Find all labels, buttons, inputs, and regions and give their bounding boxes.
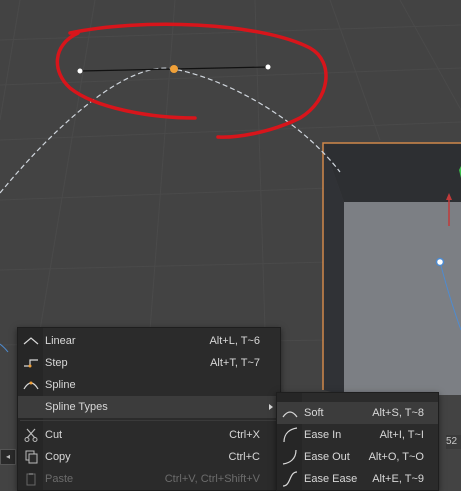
menu-item-label: Spline Types — [45, 396, 108, 418]
menu-item-label: Ease In — [304, 424, 341, 446]
ease-in-icon — [281, 426, 299, 444]
menu-item-soft[interactable]: Soft Alt+S, T~8 — [277, 402, 438, 424]
menu-item-copy[interactable]: Copy Ctrl+C — [18, 446, 280, 468]
copy-icon — [22, 448, 40, 466]
menu-item-cut[interactable]: Cut Ctrl+X — [18, 424, 280, 446]
ease-out-icon — [281, 448, 299, 466]
menu-item-linear[interactable]: Linear Alt+L, T~6 — [18, 330, 280, 352]
tangent-handle-right[interactable] — [266, 65, 271, 70]
menu-separator — [20, 420, 278, 421]
bottom-left-tab[interactable]: ◂ — [0, 449, 16, 465]
menu-item-step[interactable]: Step Alt+T, T~7 — [18, 352, 280, 374]
menu-item-label: Copy — [45, 446, 71, 468]
menu-item-shortcut: Alt+S, T~8 — [372, 402, 424, 424]
menu-item-label: Step — [45, 352, 68, 374]
side-number: 52 — [446, 435, 461, 449]
menu-item-shortcut: Ctrl+C — [229, 446, 260, 468]
menu-item-shortcut: Alt+I, T~I — [380, 424, 424, 446]
menu-item-label: Soft — [304, 402, 324, 424]
menu-item-spline-types[interactable]: Spline Types — [18, 396, 280, 418]
step-curve-icon — [22, 354, 40, 372]
menu-item-label: Ease Out — [304, 446, 350, 468]
spline-types-submenu: Soft Alt+S, T~8 Ease In Alt+I, T~I Ease … — [276, 392, 439, 491]
menu-item-shortcut: Alt+L, T~6 — [209, 330, 260, 352]
submenu-arrow-icon — [269, 404, 273, 410]
menu-item-paste[interactable]: Paste Ctrl+V, Ctrl+Shift+V — [18, 468, 280, 490]
menu-item-label: Paste — [45, 468, 73, 490]
paste-icon — [22, 470, 40, 488]
menu-item-shortcut: Alt+T, T~7 — [210, 352, 260, 374]
menu-item-ease-out[interactable]: Ease Out Alt+O, T~O — [277, 446, 438, 468]
menu-item-label: Cut — [45, 424, 62, 446]
spline-curve[interactable] — [0, 68, 340, 193]
menu-item-shortcut: Ctrl+V, Ctrl+Shift+V — [165, 468, 260, 490]
menu-item-label: Ease Ease — [304, 468, 357, 490]
keyframe-point-selected[interactable] — [170, 65, 178, 73]
menu-item-shortcut: Alt+O, T~O — [369, 446, 424, 468]
scissors-icon — [22, 426, 40, 444]
menu-item-shortcut: Ctrl+X — [229, 424, 260, 446]
context-menu: Linear Alt+L, T~6 Step Alt+T, T~7 Spline… — [17, 327, 281, 491]
soft-curve-icon — [281, 404, 299, 422]
menu-item-label: Spline — [45, 374, 76, 396]
3d-object[interactable] — [323, 143, 461, 395]
menu-item-ease-ease[interactable]: Ease Ease Alt+E, T~9 — [277, 468, 438, 490]
menu-item-shortcut: Alt+E, T~9 — [372, 468, 424, 490]
spline-curve-icon — [22, 376, 40, 394]
tangent-handle-left[interactable] — [78, 69, 83, 74]
linear-curve-icon — [22, 332, 40, 350]
ease-ease-icon — [281, 470, 299, 488]
menu-item-spline[interactable]: Spline — [18, 374, 280, 396]
menu-item-label: Linear — [45, 330, 76, 352]
menu-item-ease-in[interactable]: Ease In Alt+I, T~I — [277, 424, 438, 446]
